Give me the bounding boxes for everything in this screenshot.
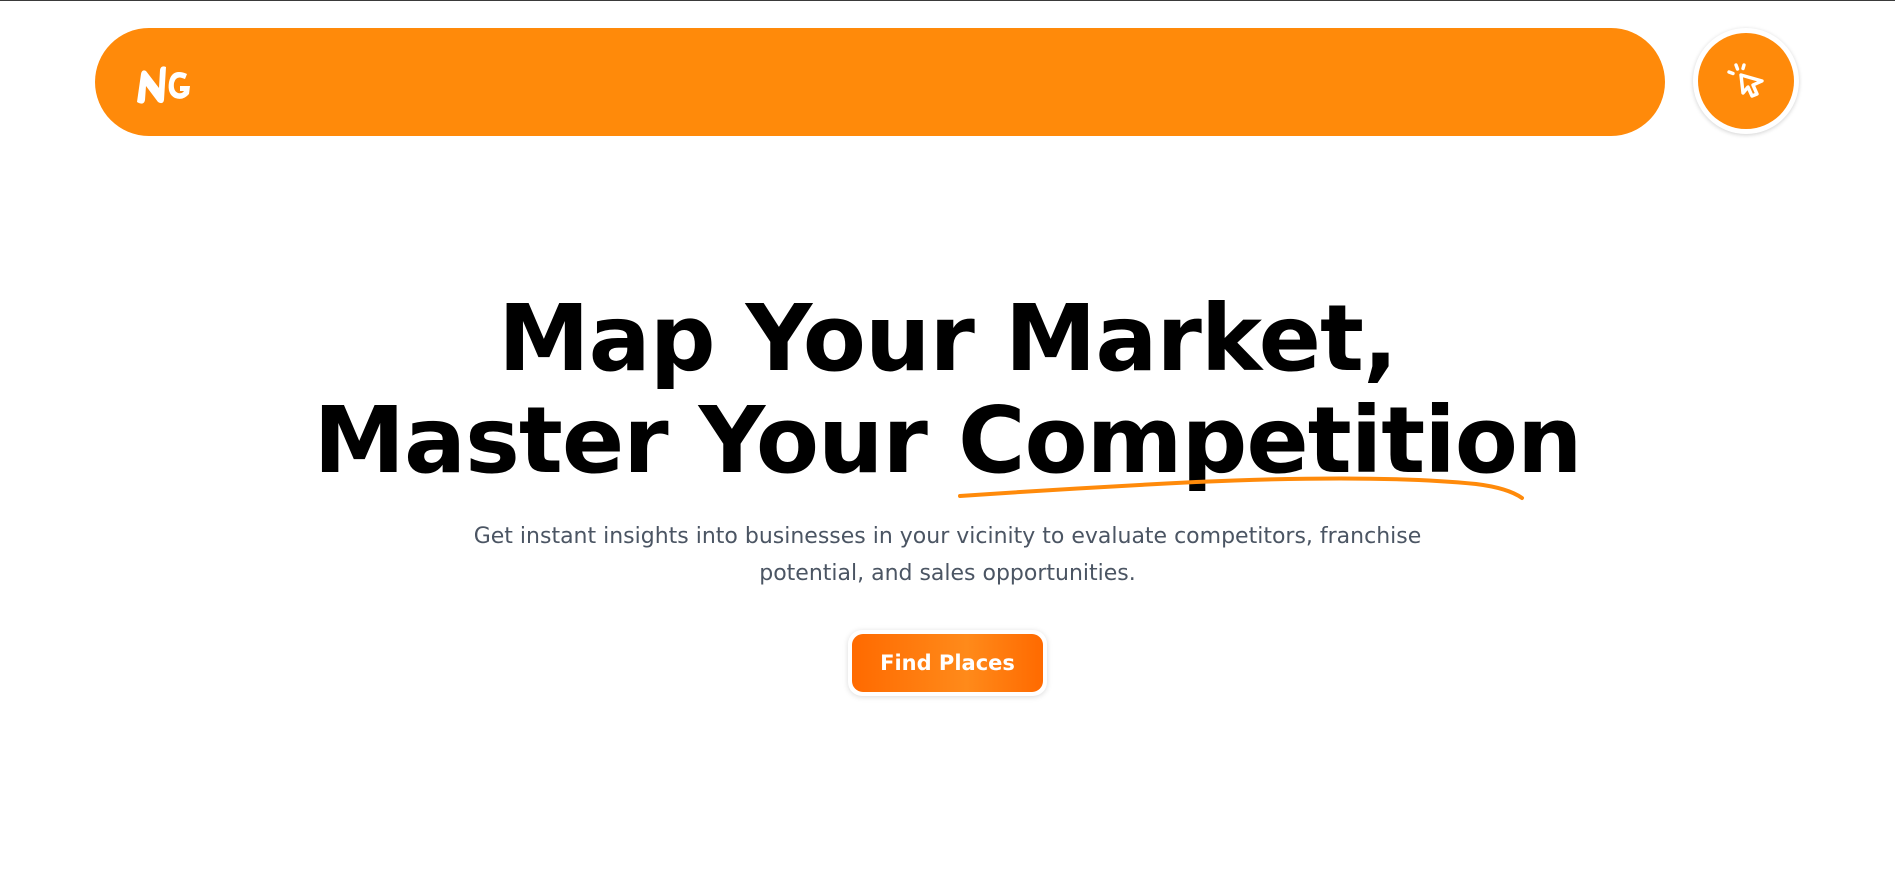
headline-line-2: Master Your Competition [0,387,1895,500]
tap-pointer-icon [1727,63,1764,98]
hero-section: Map Your Market, Master Your Competition… [0,288,1895,696]
highlight-word: Competition [957,387,1583,500]
hero-headline: Map Your Market, Master Your Competition [0,285,1895,500]
hero-subtitle: Get instant insights into businesses in … [473,524,1422,586]
find-places-button[interactable]: Find Places [852,634,1043,692]
action-button[interactable] [1693,28,1799,134]
headline-line-1: Map Your Market, [498,285,1398,392]
find-places-button-wrapper: Find Places [848,630,1047,696]
action-button-inner [1698,33,1794,129]
highlight-word-text: Competition [957,387,1583,494]
navbar [95,28,1665,136]
headline-line-2-prefix: Master Your [313,387,958,494]
top-border [0,0,1895,1]
ng-logo-icon[interactable] [133,54,197,110]
